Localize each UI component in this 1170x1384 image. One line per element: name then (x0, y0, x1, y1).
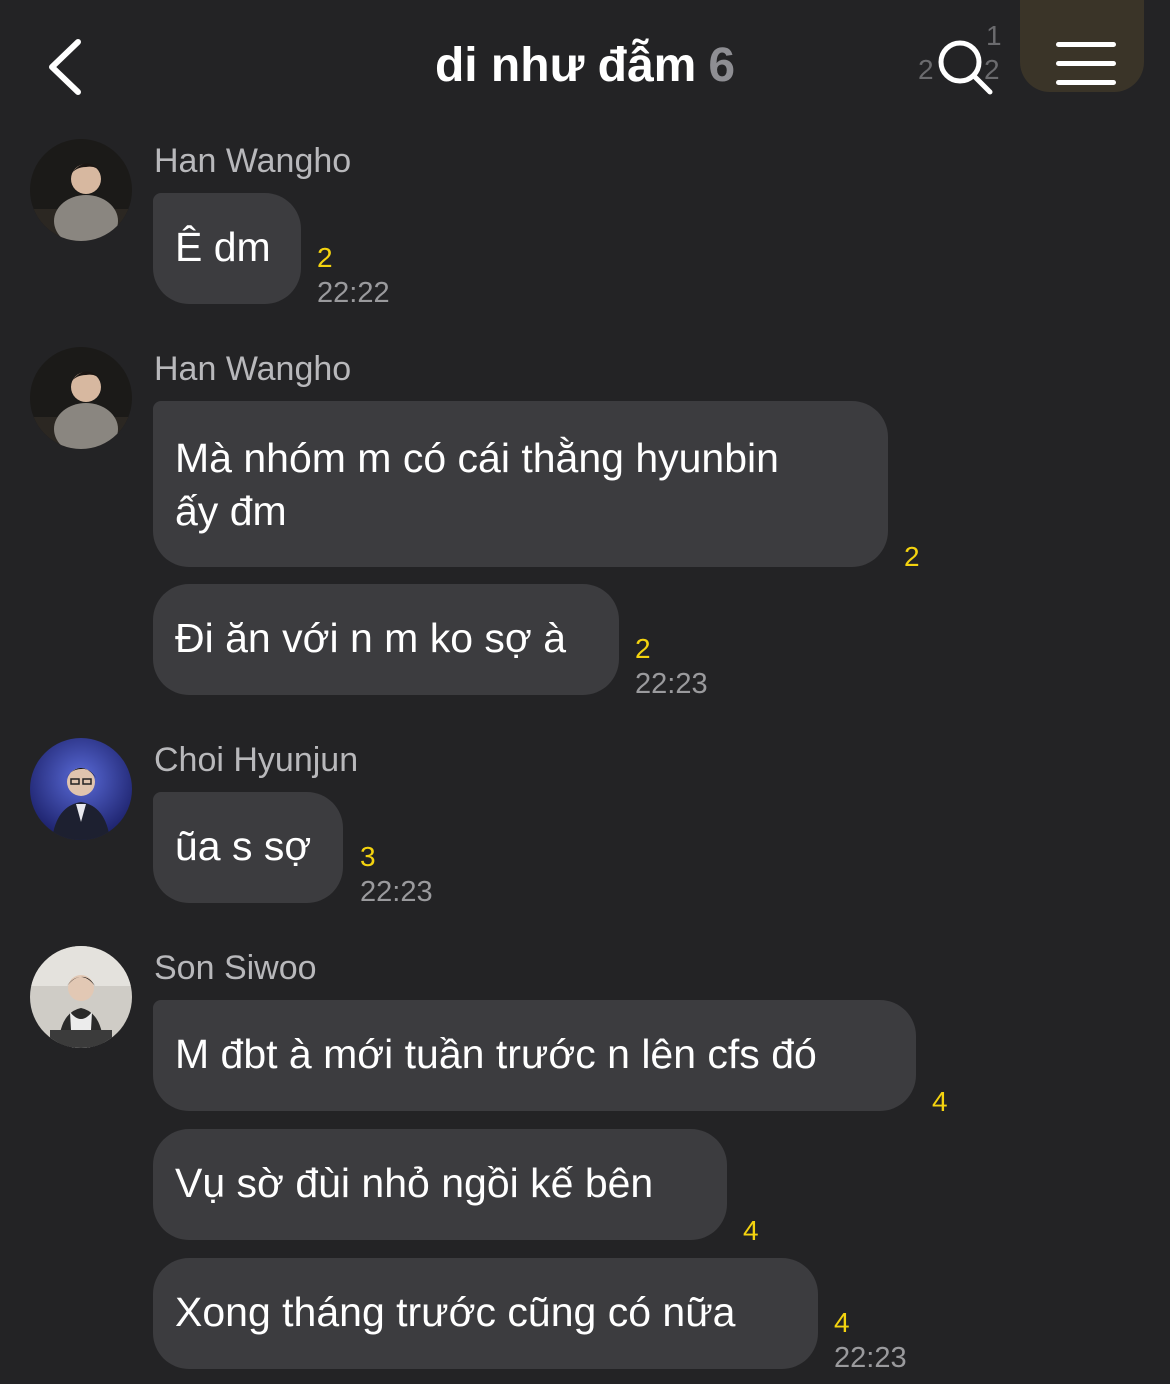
message-bubble[interactable]: Mà nhóm m có cái thằng hyunbin ấy đm (153, 401, 888, 567)
unread-count: 2 (317, 242, 333, 273)
message-time: 22:23 (635, 668, 708, 700)
message-time: 22:23 (834, 1342, 907, 1374)
chat-header: di như đẫm 6 1 2 2 (0, 0, 1170, 130)
sender-name: Son Siwoo (154, 949, 317, 987)
choi-hyunjun-avatar[interactable] (30, 738, 132, 840)
son-siwoo-avatar[interactable] (30, 946, 132, 1048)
message-bubble[interactable]: M đbt à mới tuần trước n lên cfs đó (153, 1000, 916, 1111)
han-wangho-avatar[interactable] (30, 139, 132, 241)
message-text: Ê dm (175, 224, 271, 270)
chat-room-name: di như đẫm (434, 39, 697, 92)
unread-count: 4 (834, 1307, 850, 1338)
message-time: 22:23 (360, 876, 433, 908)
message-text: ấy đm (175, 488, 287, 534)
menu-button[interactable] (1020, 0, 1144, 92)
message-text: M đbt à mới tuần trước n lên cfs đó (175, 1031, 817, 1077)
message-text: Mà nhóm m có cái thằng hyunbin (175, 435, 779, 481)
message-text: Xong tháng trước cũng có nữa (175, 1289, 736, 1335)
message-text: Đi ăn với n m ko sợ à (175, 615, 567, 661)
message-bubble[interactable]: Ê dm (153, 193, 301, 304)
message-bubble[interactable]: Xong tháng trước cũng có nữa (153, 1258, 818, 1369)
message-bubble[interactable]: Đi ăn với n m ko sợ à (153, 584, 619, 695)
unread-count: 2 (904, 541, 920, 572)
sender-name: Choi Hyunjun (154, 741, 359, 779)
message-text: ũa s sợ (175, 823, 312, 869)
unread-count: 4 (932, 1086, 948, 1117)
unread-count: 2 (635, 633, 651, 664)
message-bubble[interactable]: Vụ sờ đùi nhỏ ngồi kế bên (153, 1129, 727, 1240)
message-bubble[interactable]: ũa s sợ (153, 792, 343, 903)
member-count: 6 (708, 39, 736, 92)
han-wangho-avatar[interactable] (30, 347, 132, 449)
search-button[interactable] (932, 34, 998, 100)
message-time: 22:22 (317, 277, 390, 309)
search-icon (938, 40, 993, 95)
unread-count: 3 (360, 841, 376, 872)
sender-name: Han Wangho (154, 142, 352, 180)
sender-name: Han Wangho (154, 350, 352, 388)
unread-count: 4 (743, 1215, 759, 1246)
message-text: Vụ sờ đùi nhỏ ngồi kế bên (175, 1160, 654, 1206)
